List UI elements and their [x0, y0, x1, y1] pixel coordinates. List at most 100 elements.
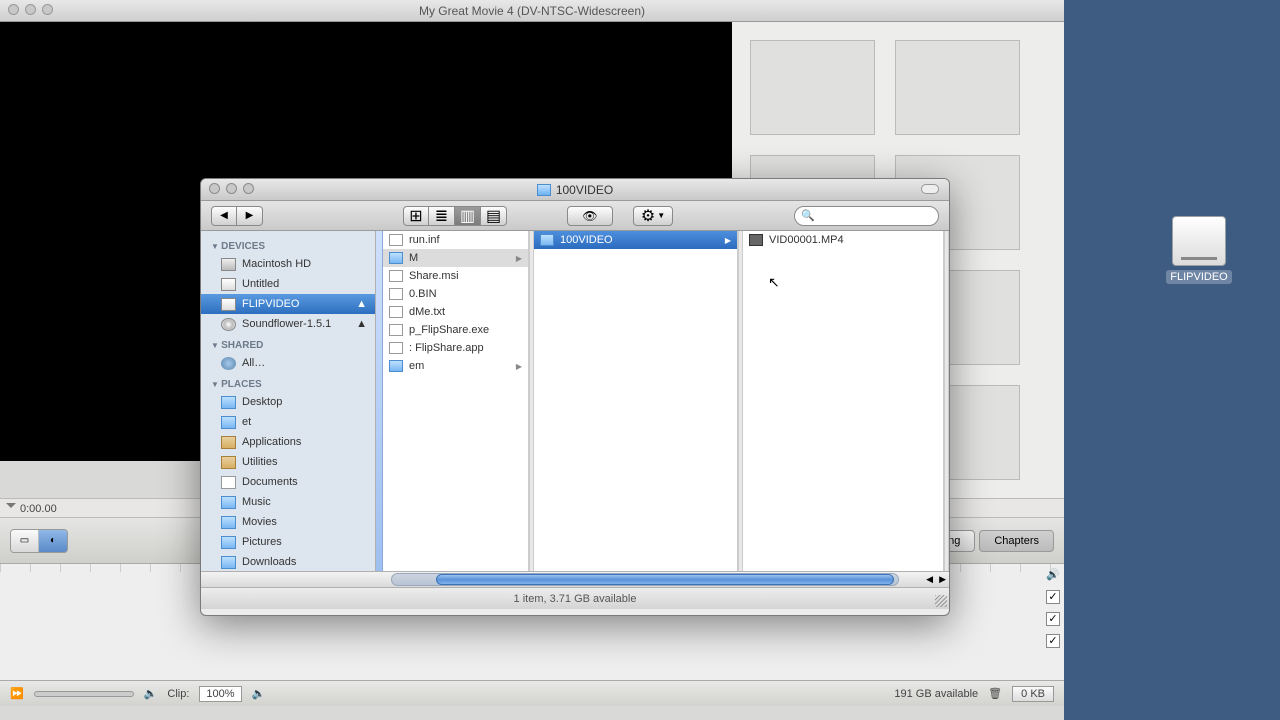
back-button[interactable]: ◀ — [211, 206, 237, 226]
document-icon — [389, 270, 403, 282]
sidebar-item-label: All… — [242, 357, 265, 369]
sidebar-section-header[interactable]: DEVICES — [201, 235, 375, 254]
sidebar-item-label: Utilities — [242, 456, 277, 468]
sidebar-item-label: Untitled — [242, 278, 279, 290]
sidebar-item-utilities[interactable]: Utilities — [201, 452, 375, 472]
sidebar-section-header[interactable]: PLACES — [201, 373, 375, 392]
sidebar-item-applications[interactable]: Applications — [201, 432, 375, 452]
view-coverflow-button[interactable]: ▤ — [481, 206, 507, 226]
sidebar-item-icon — [221, 476, 236, 489]
tab-chapters[interactable]: Chapters — [979, 530, 1054, 552]
sidebar-item-icon — [221, 396, 236, 409]
document-icon — [389, 288, 403, 300]
document-icon — [389, 324, 403, 336]
sidebar-item-downloads[interactable]: Downloads — [201, 552, 375, 571]
file-row[interactable]: 100VIDEO — [534, 231, 737, 249]
eye-icon: 👁 — [582, 209, 597, 223]
file-row[interactable]: run.inf — [383, 231, 528, 249]
file-label: p_FlipShare.exe — [409, 324, 489, 336]
minimize-icon[interactable] — [25, 4, 36, 15]
view-icons-button[interactable]: ⊞ — [403, 206, 429, 226]
sidebar-item-all-[interactable]: All… — [201, 353, 375, 373]
column-3: VID00001.MP4 — [743, 231, 944, 571]
file-row[interactable]: 0.BIN — [383, 285, 528, 303]
view-columns-button[interactable]: ▥ — [455, 206, 481, 226]
track-checkbox[interactable]: ✓ — [1046, 590, 1060, 604]
scroll-thumb[interactable] — [436, 574, 894, 585]
search-field[interactable]: 🔍 — [794, 206, 939, 226]
disk-available: 191 GB available — [894, 688, 978, 700]
sidebar-item-label: FLIPVIDEO — [242, 298, 299, 310]
sidebar-item-soundflower-1-5-1[interactable]: Soundflower-1.5.1▲ — [201, 314, 375, 334]
file-row[interactable]: M — [383, 249, 528, 267]
sidebar-item-flipvideo[interactable]: FLIPVIDEO ▲ — [201, 294, 375, 314]
sidebar-item-icon — [221, 318, 236, 331]
zoom-icon[interactable] — [243, 183, 254, 194]
sidebar-item-documents[interactable]: Documents — [201, 472, 375, 492]
file-label: dMe.txt — [409, 306, 445, 318]
scroll-left-icon[interactable]: ◀ — [923, 574, 936, 585]
minimize-icon[interactable] — [226, 183, 237, 194]
sidebar-item-label: Documents — [242, 476, 298, 488]
sidebar-section-header[interactable]: SHARED — [201, 334, 375, 353]
zoom-icon[interactable] — [42, 4, 53, 15]
sidebar-item-label: Applications — [242, 436, 301, 448]
track-checkbox[interactable]: ✓ — [1046, 612, 1060, 626]
chevron-down-icon: ▼ — [657, 211, 665, 220]
sidebar-item-icon — [221, 357, 236, 370]
search-input[interactable] — [818, 210, 928, 222]
column-divider[interactable] — [944, 231, 949, 571]
sidebar-item-pictures[interactable]: Pictures — [201, 532, 375, 552]
search-icon: 🔍 — [801, 209, 815, 222]
clip-slot[interactable] — [895, 40, 1020, 135]
close-icon[interactable] — [209, 183, 220, 194]
file-row[interactable]: em — [383, 357, 528, 375]
sidebar-item-label: Downloads — [242, 556, 296, 568]
toolbar-toggle-icon[interactable] — [921, 184, 939, 194]
trash-size: 0 KB — [1012, 686, 1054, 702]
file-row[interactable]: VID00001.MP4 — [743, 231, 943, 249]
imovie-titlebar: My Great Movie 4 (DV-NTSC-Widescreen) — [0, 0, 1064, 22]
view-mode-toggle[interactable]: ▭◐ — [10, 529, 68, 553]
forward-button[interactable]: ▶ — [237, 206, 263, 226]
file-row[interactable]: Share.msi — [383, 267, 528, 285]
sidebar-item-desktop[interactable]: Desktop — [201, 392, 375, 412]
sidebar-item-label: Desktop — [242, 396, 282, 408]
clip-zoom-percent[interactable]: 100% — [199, 686, 241, 702]
view-list-button[interactable]: ≣ — [429, 206, 455, 226]
trash-icon[interactable]: 🗑 — [988, 687, 1002, 700]
finder-columns: run.inf MShare.msi0.BIN dMe.txt p_FlipShare… — [376, 231, 949, 571]
resize-handle-icon[interactable] — [935, 595, 947, 607]
file-label: : FlipShare.app — [409, 342, 484, 354]
quicklook-button[interactable]: 👁 — [567, 206, 613, 226]
column-scrollbar[interactable] — [376, 231, 383, 571]
close-icon[interactable] — [8, 4, 19, 15]
speaker-icon[interactable]: 🔈 — [144, 687, 158, 700]
zoom-slider[interactable] — [34, 691, 134, 697]
file-label: 100VIDEO — [560, 234, 613, 246]
scroll-right-icon[interactable]: ▶ — [936, 574, 949, 585]
desktop-drive-flipvideo[interactable]: FLIPVIDEO — [1164, 216, 1234, 284]
file-row[interactable]: p_FlipShare.exe — [383, 321, 528, 339]
sidebar-item-movies[interactable]: Movies — [201, 512, 375, 532]
volume-icon[interactable]: 🔊 — [1046, 568, 1060, 582]
eject-icon[interactable]: ▲ — [356, 318, 367, 330]
clip-slot[interactable] — [750, 40, 875, 135]
horizontal-scrollbar[interactable]: ◀ ▶ — [201, 571, 949, 587]
file-label: run.inf — [409, 234, 440, 246]
sidebar-item-et[interactable]: et — [201, 412, 375, 432]
finder-statusbar: 1 item, 3.71 GB available — [201, 587, 949, 609]
track-checkbox[interactable]: ✓ — [1046, 634, 1060, 648]
sidebar-item-untitled[interactable]: Untitled — [201, 274, 375, 294]
file-row[interactable]: : FlipShare.app — [383, 339, 528, 357]
file-row[interactable]: dMe.txt — [383, 303, 528, 321]
play-controls-icon[interactable]: ⏩ — [10, 687, 24, 700]
sidebar-item-icon — [221, 298, 236, 311]
sidebar-item-macintosh-hd[interactable]: Macintosh HD — [201, 254, 375, 274]
sidebar-item-music[interactable]: Music — [201, 492, 375, 512]
speaker-icon[interactable]: 🔈 — [252, 687, 266, 700]
eject-icon[interactable]: ▲ — [356, 298, 367, 310]
finder-titlebar[interactable]: 100VIDEO — [201, 179, 949, 201]
action-menu-button[interactable]: ⚙▼ — [633, 206, 673, 226]
folder-icon — [537, 184, 551, 196]
